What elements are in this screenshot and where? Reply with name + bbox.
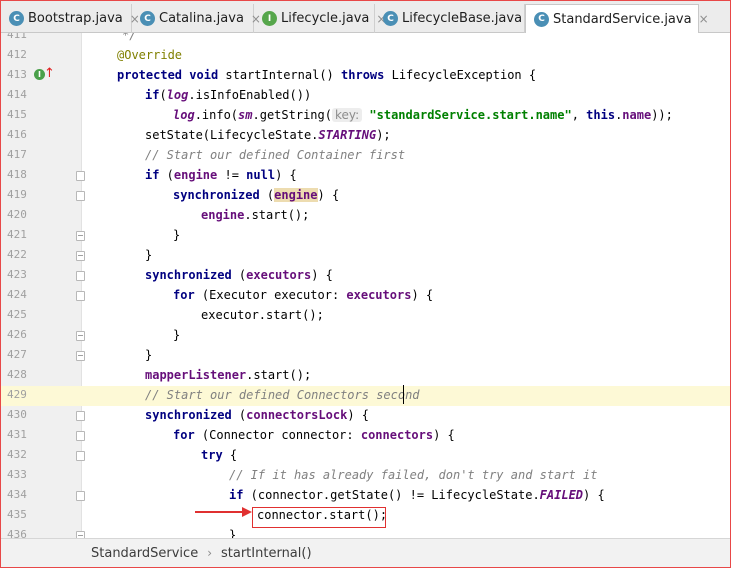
fold-end-icon[interactable]	[76, 251, 85, 261]
tab-label: Lifecycle.java	[281, 11, 370, 26]
line-number: 415	[7, 108, 27, 121]
tab-lifecycle[interactable]: I Lifecycle.java ×	[254, 4, 386, 33]
code-line: 416 setState(LifecycleState.STARTING);	[7, 128, 391, 142]
code-line: 430 synchronized (connectorsLock) {	[7, 408, 369, 422]
line-number: 426	[7, 328, 27, 341]
fold-icon[interactable]	[76, 431, 85, 441]
tab-label: Catalina.java	[159, 11, 244, 26]
editor-tab-bar: C Bootstrap.java × C Catalina.java × I L…	[1, 1, 730, 34]
code-line: 418 if (engine != null) {	[7, 168, 297, 182]
code-line: 412 @Override	[7, 48, 183, 62]
line-number: 432	[7, 448, 27, 461]
line-number: 433	[7, 468, 27, 481]
line-number: 425	[7, 308, 27, 321]
line-number: 423	[7, 268, 27, 281]
tab-label: StandardService.java	[553, 11, 692, 27]
line-number: 436	[7, 528, 27, 538]
code-line-current: 429 // Start our defined Connectors seco…	[1, 386, 730, 406]
code-line: 415 log.info(sm.getString(key: "standard…	[7, 108, 673, 122]
line-number: 418	[7, 168, 27, 181]
line-number: 430	[7, 408, 27, 421]
text-caret	[403, 385, 404, 404]
fold-end-icon[interactable]	[76, 231, 85, 241]
code-line: 424 for (Executor executor: executors) {	[7, 288, 434, 302]
annotation-highlight-box	[252, 507, 386, 528]
parameter-hint: key:	[331, 108, 363, 122]
fold-icon[interactable]	[76, 171, 85, 181]
fold-icon[interactable]	[76, 491, 85, 501]
code-line: 420 engine.start();	[7, 208, 310, 222]
close-icon[interactable]: ×	[699, 12, 709, 26]
line-number: 411	[7, 33, 27, 41]
tab-label: Bootstrap.java	[28, 11, 123, 26]
fold-icon[interactable]	[76, 411, 85, 421]
fold-icon[interactable]	[76, 191, 85, 201]
java-interface-icon: I	[262, 11, 277, 26]
line-number: 427	[7, 348, 27, 361]
fold-icon[interactable]	[76, 291, 85, 301]
line-number: 413	[7, 68, 27, 81]
code-line: 434 if (connector.getState() != Lifecycl…	[7, 488, 605, 502]
fold-icon[interactable]	[76, 271, 85, 281]
line-number: 429	[7, 388, 27, 401]
breadcrumb-item-method[interactable]: startInternal()	[221, 546, 312, 561]
tab-bootstrap[interactable]: C Bootstrap.java ×	[1, 4, 140, 33]
breadcrumb-item-class[interactable]: StandardService	[91, 546, 198, 561]
line-number: 434	[7, 488, 27, 501]
code-line: 417 // Start our defined Container first	[7, 148, 406, 162]
java-class-icon: C	[9, 11, 24, 26]
code-line: 414 if(log.isInfoEnabled())	[7, 88, 312, 102]
line-number: 421	[7, 228, 27, 241]
code-line: 419 synchronized (engine) {	[7, 188, 340, 202]
breadcrumb: StandardService › startInternal()	[1, 538, 730, 567]
line-number: 420	[7, 208, 27, 221]
line-number: 435	[7, 508, 27, 521]
tab-lifecyclebase[interactable]: C LifecycleBase.java ×	[375, 4, 539, 33]
line-number: 431	[7, 428, 27, 441]
java-class-icon: C	[383, 11, 398, 26]
line-number: 414	[7, 88, 27, 101]
code-line: 432 try {	[7, 448, 238, 462]
code-line: 413 I ↑ protected void startInternal() t…	[7, 66, 537, 82]
chevron-right-icon: ›	[207, 546, 212, 560]
line-number: 412	[7, 48, 27, 61]
code-line: 433 // If it has already failed, don't t…	[7, 468, 598, 482]
override-up-arrow-icon[interactable]: ↑	[44, 66, 55, 81]
code-line: 422 }	[7, 248, 153, 262]
code-line: 428 mapperListener.start();	[7, 368, 312, 382]
line-number: 428	[7, 368, 27, 381]
java-class-icon: C	[534, 11, 549, 27]
code-line: 426 }	[7, 328, 181, 342]
fold-end-icon[interactable]	[76, 331, 85, 341]
code-line: 425 executor.start();	[7, 308, 324, 322]
code-line: 411 */	[1, 33, 730, 46]
fold-end-icon[interactable]	[76, 531, 85, 538]
code-line: 427 }	[7, 348, 153, 362]
java-class-icon: C	[140, 11, 155, 26]
code-line: 431 for (Connector connector: connectors…	[7, 428, 455, 442]
fold-icon[interactable]	[76, 451, 85, 461]
tab-standardservice[interactable]: C StandardService.java ×	[525, 4, 709, 34]
line-number: 424	[7, 288, 27, 301]
code-line: 423 synchronized (executors) {	[7, 268, 333, 282]
annotation-arrow-icon	[195, 507, 252, 517]
fold-end-icon[interactable]	[76, 351, 85, 361]
line-number: 416	[7, 128, 27, 141]
line-number: 417	[7, 148, 27, 161]
tab-label: LifecycleBase.java	[402, 11, 523, 26]
code-line: 421 }	[7, 228, 181, 242]
line-number: 422	[7, 248, 27, 261]
code-editor[interactable]: 411 */ 412 @Override 413 I ↑ protected v…	[1, 33, 730, 538]
tab-catalina[interactable]: C Catalina.java ×	[132, 4, 261, 33]
line-number: 419	[7, 188, 27, 201]
